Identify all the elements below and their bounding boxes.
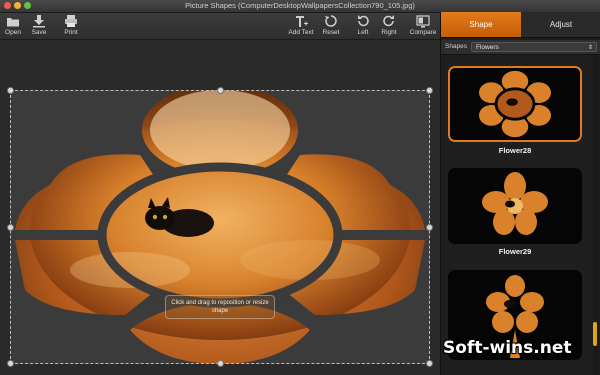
print-button[interactable]: Print <box>62 13 80 39</box>
tab-shape[interactable]: Shape <box>441 12 521 38</box>
shapes-category-row: Shapes Flowers ⇕ <box>441 40 600 55</box>
panel-tabs: Shape Adjust <box>441 12 600 38</box>
add-text-button[interactable]: Add Text <box>286 13 316 39</box>
rotate-left-button[interactable]: Left <box>355 13 371 39</box>
reset-label: Reset <box>322 29 340 36</box>
resize-handle-top-left[interactable] <box>7 87 14 94</box>
canvas-area[interactable]: Click and drag to reposition or resize s… <box>0 40 440 375</box>
reset-button[interactable]: Reset <box>321 13 341 39</box>
left-label: Left <box>357 29 369 36</box>
scrollbar-thumb[interactable] <box>593 322 597 346</box>
resize-handle-top[interactable] <box>217 87 224 94</box>
toolbar: Open Save Print Add Text Reset Left Righ… <box>0 13 440 40</box>
select-arrows-icon: ⇕ <box>587 45 593 51</box>
resize-handle-bottom-right[interactable] <box>426 360 433 367</box>
open-label: Open <box>5 29 21 36</box>
thumb-label-flower29: Flower29 <box>498 247 532 256</box>
resize-handle-top-right[interactable] <box>426 87 433 94</box>
rotate-right-icon <box>383 15 394 27</box>
right-label: Right <box>381 29 397 36</box>
rotate-right-button[interactable]: Right <box>380 13 398 39</box>
folder-icon <box>7 18 19 27</box>
resize-handle-left[interactable] <box>7 224 14 231</box>
save-icon <box>33 15 45 28</box>
print-label: Print <box>64 29 78 36</box>
add-text-icon <box>296 16 308 27</box>
save-button[interactable]: Save <box>30 13 48 39</box>
tab-adjust[interactable]: Adjust <box>521 12 600 38</box>
shape-thumbnail-list[interactable]: Flower28 Flower29 <box>441 56 593 375</box>
printer-icon <box>65 15 77 27</box>
compare-button[interactable]: Compare <box>408 13 438 39</box>
reset-icon <box>325 15 337 27</box>
shapes-category-select[interactable]: Flowers ⇕ <box>471 42 597 52</box>
thumb-label-flower28: Flower28 <box>498 146 532 155</box>
resize-handle-bottom-left[interactable] <box>7 360 14 367</box>
shape-thumb-flower28[interactable] <box>448 66 582 142</box>
compare-icon <box>416 15 430 28</box>
flower28-preview <box>479 70 551 138</box>
rotate-left-icon <box>358 15 369 27</box>
shapes-category-value: Flowers <box>476 44 499 51</box>
shape-thumb-flower29[interactable] <box>448 168 582 244</box>
watermark: Soft-wins.net <box>443 338 572 358</box>
window-title: Picture Shapes (ComputerDesktopWallpaper… <box>185 1 415 10</box>
shapes-label: Shapes <box>445 43 468 50</box>
resize-handle-right[interactable] <box>426 224 433 231</box>
save-label: Save <box>31 29 47 36</box>
selection-box[interactable] <box>10 90 430 364</box>
side-panel: Shape Adjust Shapes Flowers ⇕ Flower28 F… <box>440 12 600 375</box>
open-button[interactable]: Open <box>4 13 22 39</box>
compare-label: Compare <box>409 29 437 36</box>
resize-handle-bottom[interactable] <box>217 360 224 367</box>
add-text-label: Add Text <box>288 29 314 36</box>
reposition-hint: Click and drag to reposition or resize s… <box>165 295 275 319</box>
flower29-preview <box>482 172 548 235</box>
